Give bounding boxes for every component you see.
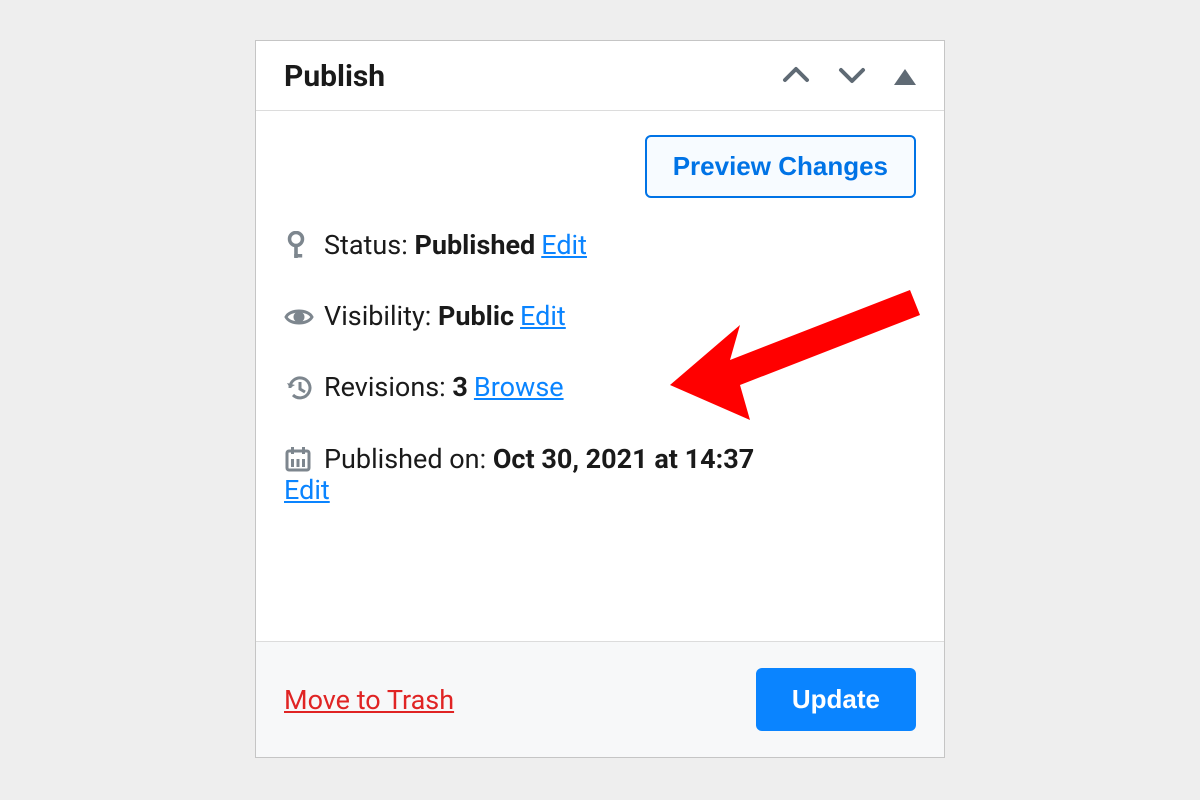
visibility-edit-link[interactable]: Edit <box>520 295 566 338</box>
published-on-label: Published on: <box>324 438 493 481</box>
move-to-trash-link[interactable]: Move to Trash <box>284 684 454 716</box>
collapse-icon[interactable] <box>894 69 916 85</box>
revisions-count: 3 <box>452 366 468 409</box>
published-on-value: Oct 30, 2021 at 14:37 <box>493 438 754 481</box>
status-label: Status: <box>324 224 414 267</box>
revisions-browse-link[interactable]: Browse <box>474 366 564 409</box>
status-row: Status: Published Edit <box>284 224 916 267</box>
key-icon <box>284 231 324 261</box>
revisions-label: Revisions: <box>324 366 452 409</box>
status-edit-link[interactable]: Edit <box>541 224 587 267</box>
history-icon <box>284 373 324 403</box>
move-down-icon[interactable] <box>838 65 866 89</box>
header-controls <box>782 65 916 89</box>
revisions-row: Revisions: 3 Browse <box>284 366 916 409</box>
visibility-label: Visibility: <box>324 295 438 338</box>
panel-footer: Move to Trash Update <box>256 641 944 757</box>
panel-header: Publish <box>256 41 944 111</box>
visibility-row: Visibility: Public Edit <box>284 295 916 338</box>
published-on-edit-link[interactable]: Edit <box>284 469 330 512</box>
status-value: Published <box>414 224 535 267</box>
visibility-value: Public <box>438 295 514 338</box>
panel-body: Preview Changes Status: Published Edit V… <box>256 111 944 641</box>
panel-title: Publish <box>284 59 385 94</box>
publish-panel: Publish Preview Changes Status: Publishe… <box>255 40 945 758</box>
eye-icon <box>284 306 324 328</box>
move-up-icon[interactable] <box>782 65 810 89</box>
preview-changes-button[interactable]: Preview Changes <box>645 135 916 198</box>
update-button[interactable]: Update <box>756 668 916 731</box>
